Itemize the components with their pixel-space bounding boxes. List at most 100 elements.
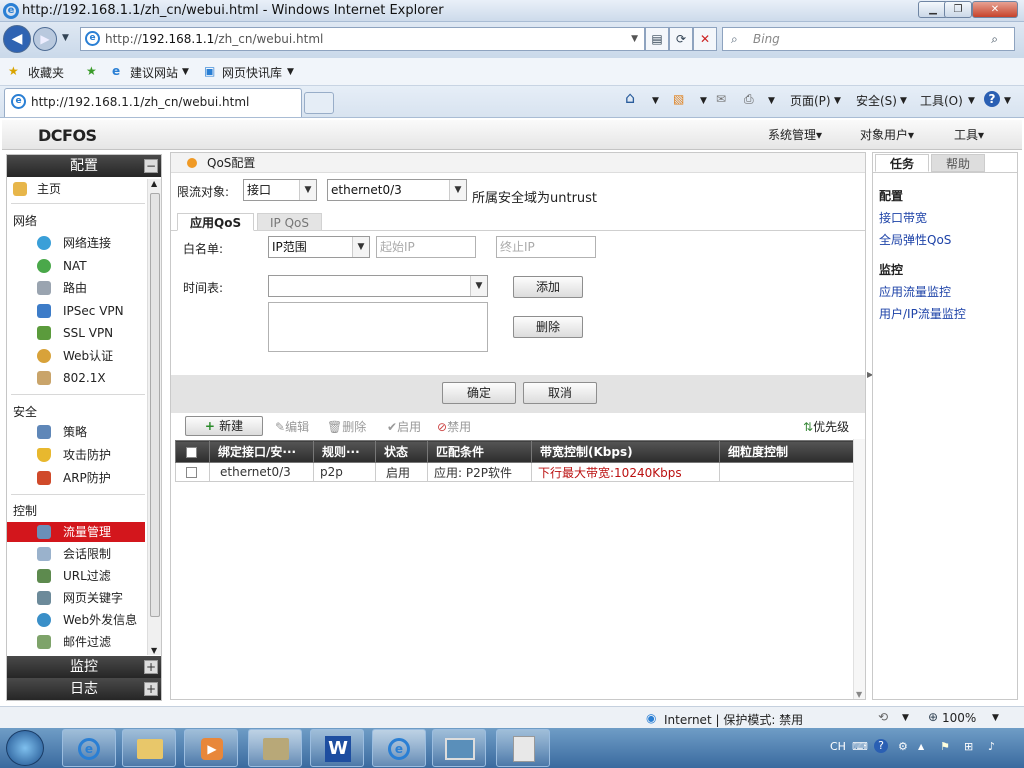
sidebar-item-url-filter[interactable]: URL过滤 (7, 566, 145, 586)
maximize-button[interactable]: ❐ (944, 1, 972, 18)
scroll-down-icon[interactable]: ▼ (856, 690, 862, 699)
taskbar-wps-icon[interactable]: W (310, 729, 364, 767)
column-header[interactable]: 匹配条件 (427, 440, 532, 463)
schedule-select[interactable]: ▼ (268, 275, 488, 297)
back-button[interactable]: ◀ (3, 25, 31, 53)
sidebar-header-config[interactable]: 配置 − (7, 155, 161, 177)
row-checkbox[interactable] (186, 467, 197, 478)
rss-feed-icon[interactable]: ▧ (673, 92, 684, 106)
global-elastic-qos-link[interactable]: 全局弹性QoS (879, 231, 951, 248)
schedule-list[interactable] (268, 302, 488, 352)
settings-icon[interactable]: ⚙ (898, 740, 908, 753)
compatibility-view-icon[interactable]: ▤ (645, 27, 669, 51)
expand-icon[interactable]: + (144, 660, 158, 674)
chevron-down-icon[interactable]: ▼ (992, 713, 999, 723)
column-header[interactable]: 绑定接口/安··· (209, 440, 314, 463)
new-button[interactable]: + 新建 (185, 416, 263, 436)
select-all-checkbox[interactable] (186, 446, 197, 458)
history-dropdown-icon[interactable]: ▼ (62, 33, 69, 43)
start-button[interactable] (6, 730, 44, 766)
accelerator-icon[interactable]: ⟲ (878, 710, 888, 724)
chevron-down-icon[interactable]: ▼ (768, 96, 775, 106)
zoom-level[interactable]: 100% (942, 711, 976, 725)
expand-icon[interactable]: + (144, 682, 158, 696)
taskbar-ie-active-icon[interactable]: e (372, 729, 426, 767)
add-favorite-icon[interactable]: ★ (86, 64, 97, 78)
taskbar-doc-icon[interactable] (496, 729, 550, 767)
delete-button[interactable]: 🗑删除 (327, 418, 366, 435)
tab-help[interactable]: 帮助 (931, 154, 986, 172)
web-slice-gallery-link[interactable]: 网页快讯库 (222, 64, 282, 81)
row-select-cell[interactable] (175, 462, 210, 482)
sidebar-item-traffic-management[interactable]: 流量管理 (7, 522, 145, 542)
read-mail-icon[interactable]: ✉ (716, 92, 726, 106)
sidebar-item-ipsec-vpn[interactable]: IPSec VPN (7, 301, 145, 321)
top-menu-system[interactable]: 系统管理▾ (768, 126, 822, 143)
chevron-down-icon[interactable]: ▼ (1004, 96, 1011, 106)
forward-button[interactable]: ▶ (33, 27, 57, 51)
volume-icon[interactable]: ♪ (988, 740, 995, 753)
chevron-down-icon[interactable]: ▼ (700, 96, 707, 106)
column-header[interactable]: 状态 (375, 440, 428, 463)
table-row[interactable]: ethernet0/3 p2p 启用 应用: P2P软件 下行最大带宽:1024… (175, 462, 865, 482)
security-zone-text[interactable]: Internet | 保护模式: 禁用 (664, 711, 803, 728)
taskbar-ie-icon[interactable]: e (62, 729, 116, 767)
disable-button[interactable]: ⊘禁用 (437, 418, 471, 435)
table-scrollbar[interactable]: ▼ (853, 439, 865, 699)
taskbar-app-icon[interactable] (248, 729, 302, 767)
help-icon[interactable]: ? (874, 739, 888, 753)
tab-ip-qos[interactable]: IP QoS (257, 213, 322, 231)
chevron-down-icon[interactable]: ▼ (652, 96, 659, 106)
sidebar-item-session-limit[interactable]: 会话限制 (7, 544, 145, 564)
address-field[interactable]: e http://192.168.1.1/zh_cn/webui.html ▼ (80, 27, 645, 51)
cancel-button[interactable]: 取消 (523, 382, 597, 404)
ok-button[interactable]: 确定 (442, 382, 516, 404)
refresh-icon[interactable]: ⟳ (669, 27, 693, 51)
end-ip-input[interactable]: 终止IP (496, 236, 596, 258)
chevron-down-icon[interactable]: ▼ (968, 96, 975, 106)
app-traffic-monitor-link[interactable]: 应用流量监控 (879, 283, 951, 300)
sidebar-item-network-connection[interactable]: 网络连接 (7, 233, 145, 253)
sidebar-scrollbar[interactable]: ▲ ▼ (147, 179, 161, 655)
sidebar-item-ssl-vpn[interactable]: SSL VPN (7, 323, 145, 343)
print-icon[interactable]: ⎙ (744, 92, 754, 107)
chevron-down-icon[interactable]: ▼ (182, 67, 189, 77)
limit-type-select[interactable]: 接口 ▼ (243, 179, 317, 201)
suggested-sites-link[interactable]: 建议网站 (130, 64, 178, 81)
whitelist-type-select[interactable]: IP范围 ▼ (268, 236, 370, 258)
network-icon[interactable]: ⊞ (964, 740, 973, 753)
taskbar-explorer-icon[interactable] (122, 729, 176, 767)
sidebar-item-8021x[interactable]: 802.1X (7, 368, 145, 388)
stop-icon[interactable]: ✕ (693, 27, 717, 51)
sidebar-item-mail-filter[interactable]: 邮件过滤 (7, 632, 145, 652)
sidebar-header-monitor[interactable]: 监控 + (7, 656, 161, 678)
zoom-icon[interactable]: ⊕ (928, 710, 938, 724)
limit-interface-select[interactable]: ethernet0/3 ▼ (327, 179, 467, 201)
browser-tab[interactable]: e http://192.168.1.1/zh_cn/webui.html (4, 88, 302, 117)
keyboard-icon[interactable]: ⌨ (852, 740, 868, 753)
favorites-button[interactable]: 收藏夹 (28, 64, 64, 81)
enable-button[interactable]: ✔启用 (387, 418, 421, 435)
chevron-down-icon[interactable]: ▼ (900, 96, 907, 106)
select-all-header[interactable] (175, 440, 210, 463)
column-header[interactable]: 带宽控制(Kbps) (531, 440, 720, 463)
priority-button[interactable]: ⇅优先级 (803, 418, 849, 435)
sidebar-item-home[interactable]: 主页 (7, 179, 145, 199)
user-ip-traffic-monitor-link[interactable]: 用户/IP流量监控 (879, 305, 966, 322)
sidebar-item-policy[interactable]: 策略 (7, 422, 145, 442)
sidebar-item-attack-defense[interactable]: 攻击防护 (7, 445, 145, 465)
safety-menu[interactable]: 安全(S) (856, 92, 897, 109)
help-icon[interactable]: ? (984, 91, 1000, 107)
home-icon[interactable]: ⌂ (625, 88, 635, 107)
delete-schedule-button[interactable]: 删除 (513, 316, 583, 338)
close-window-button[interactable]: ✕ (972, 1, 1018, 18)
top-menu-tools[interactable]: 工具▾ (954, 126, 984, 143)
column-header[interactable]: 规则··· (313, 440, 376, 463)
scroll-up-icon[interactable]: ▲ (151, 179, 157, 188)
top-menu-objects[interactable]: 对象用户▾ (860, 126, 914, 143)
scrollbar-thumb[interactable] (150, 193, 160, 617)
address-dropdown-icon[interactable]: ▼ (631, 28, 638, 50)
new-tab-button[interactable] (304, 92, 334, 114)
chevron-down-icon[interactable]: ▼ (287, 67, 294, 77)
add-button[interactable]: 添加 (513, 276, 583, 298)
